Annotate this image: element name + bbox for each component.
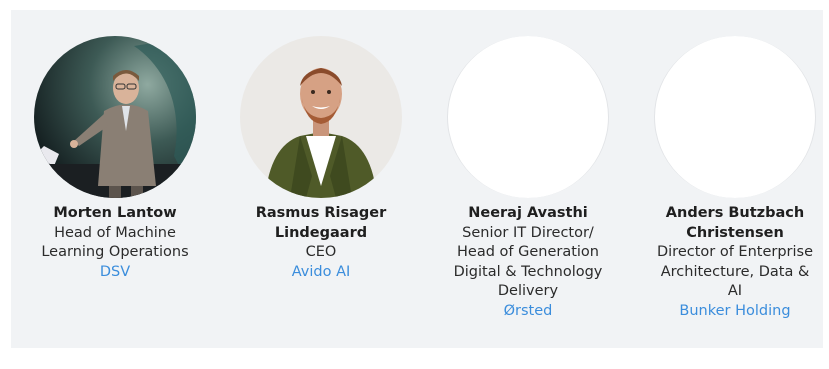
speaker-name: Lindegaard xyxy=(274,224,368,241)
speaker-photo xyxy=(240,36,402,198)
speaker-info: Rasmus Risager Lindegaard CEO Avido AI xyxy=(237,204,405,282)
speaker-title-line: Delivery xyxy=(497,283,559,300)
speaker-title-line: Head of Generation xyxy=(457,244,599,261)
speaker-title-line: AI xyxy=(727,283,743,300)
speaker-name: Christensen xyxy=(686,224,784,241)
speaker-company-link[interactable]: Avido AI xyxy=(237,263,405,283)
speaker-title-line: Architecture, Data & xyxy=(660,263,810,280)
speaker-photo-placeholder xyxy=(654,36,816,198)
speakers-panel: Morten Lantow Head of Machine Learning O… xyxy=(11,10,823,348)
speaker-title-line: Learning Operations xyxy=(41,244,189,261)
speaker-photo-placeholder xyxy=(447,36,609,198)
speaker-company-link[interactable]: Bunker Holding xyxy=(651,302,819,322)
speaker-name: Neeraj Avasthi xyxy=(468,205,588,221)
speaker-info: Morten Lantow Head of Machine Learning O… xyxy=(31,204,199,282)
speaker-title-line: Digital & Technology xyxy=(453,263,603,280)
speaker-photo-image xyxy=(240,36,402,198)
speaker-info: Neeraj Avasthi Senior IT Director/ Head … xyxy=(444,204,612,322)
speaker-name: Morten Lantow xyxy=(53,205,177,221)
speaker-title-line: Senior IT Director/ xyxy=(462,224,594,241)
speaker-info: Anders Butzbach Christensen Director of … xyxy=(651,204,819,322)
speaker-company-link[interactable]: DSV xyxy=(31,263,199,283)
speaker-title-line: Head of Machine xyxy=(54,224,176,241)
speaker-name: Anders Butzbach xyxy=(665,205,805,221)
speaker-company-link[interactable]: Ørsted xyxy=(444,302,612,322)
speaker-name: Rasmus Risager xyxy=(255,205,387,221)
speaker-photo xyxy=(34,36,196,198)
speaker-title: CEO xyxy=(305,244,337,261)
speaker-title-line: Director of Enterprise xyxy=(656,244,814,261)
speaker-photo-image xyxy=(34,36,196,198)
